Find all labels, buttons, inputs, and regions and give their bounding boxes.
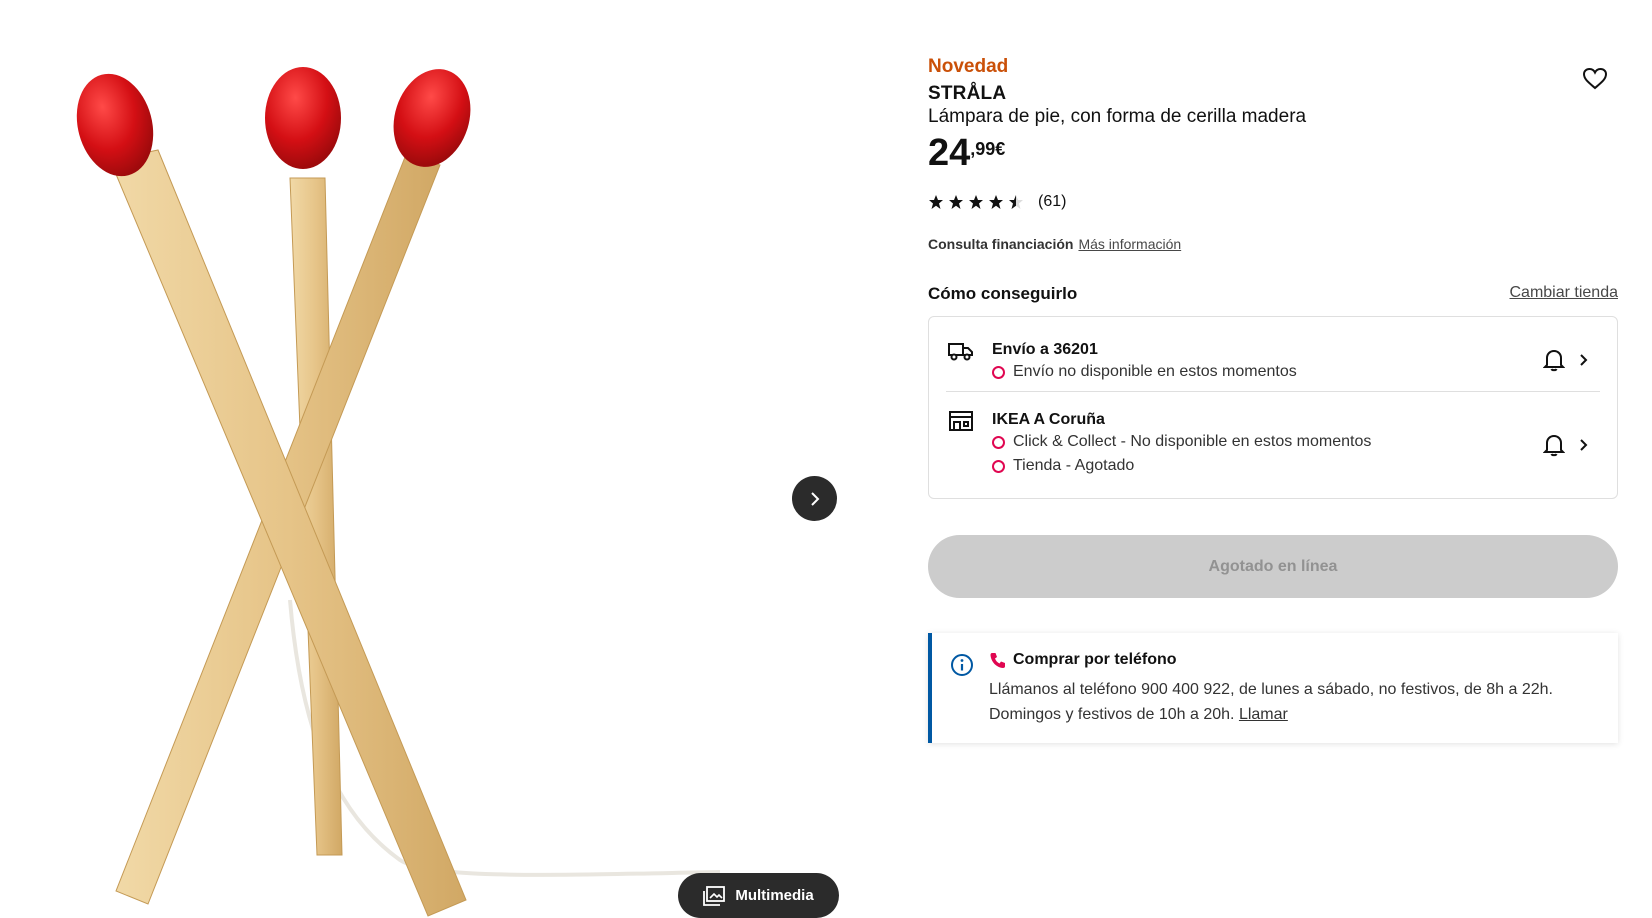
bell-icon[interactable] — [1543, 433, 1565, 457]
store-actions[interactable] — [1543, 433, 1591, 457]
price-integer: 24 — [928, 132, 971, 174]
info-icon — [951, 654, 973, 676]
gallery-icon — [703, 885, 726, 906]
delivery-status: Envío no disponible en estos momentos — [992, 363, 1297, 381]
phone-icon — [990, 653, 1005, 668]
chevron-right-icon[interactable] — [1577, 437, 1591, 453]
phone-purchase-title: Comprar por teléfono — [1013, 651, 1177, 668]
store-icon — [949, 411, 973, 431]
store-title: IKEA A Coruña — [992, 411, 1105, 428]
product-image — [76, 67, 721, 917]
price-decimal: ,99€ — [970, 139, 1006, 159]
star-full-icon — [969, 195, 983, 209]
product-name: STRÅLA — [928, 83, 1007, 104]
call-link[interactable]: Llamar — [1239, 706, 1288, 723]
phone-purchase-title-row: Comprar por teléfono — [989, 651, 1177, 669]
chevron-right-icon — [810, 491, 819, 506]
product-gallery: Multimedia — [0, 0, 850, 918]
unavailable-dot-icon — [992, 459, 1005, 473]
favorite-button[interactable] — [1582, 67, 1608, 91]
financing-more-info-link[interactable]: Más información — [1078, 236, 1181, 252]
store-stock-status: Tienda - Agotado — [992, 457, 1134, 475]
star-full-icon — [989, 195, 1003, 209]
sold-out-online-button[interactable]: Agotado en línea — [928, 535, 1618, 598]
heart-icon — [1582, 67, 1608, 90]
phone-purchase-box: Comprar por teléfono Llámanos al teléfon… — [928, 633, 1618, 743]
change-store-link[interactable]: Cambiar tienda — [1510, 284, 1619, 302]
unavailable-dot-icon — [992, 365, 1005, 379]
multimedia-button[interactable]: Multimedia — [678, 873, 839, 918]
financing-label: Consulta financiación — [928, 236, 1074, 252]
click-collect-status-text: Click & Collect - No disponible en estos… — [1013, 433, 1372, 450]
rating-count: (61) — [1038, 193, 1067, 210]
multimedia-label: Multimedia — [735, 887, 814, 904]
chevron-right-icon[interactable] — [1577, 352, 1591, 368]
star-full-icon — [949, 195, 963, 209]
rating[interactable]: (61) — [928, 193, 1066, 211]
delivery-title: Envío a 36201 — [992, 341, 1098, 358]
product-description: Lámpara de pie, con forma de cerilla mad… — [928, 106, 1307, 127]
star-half-icon — [1009, 195, 1023, 209]
product-price: 24 ,99€ — [928, 131, 1005, 175]
availability-box: Envío a 36201 Envío no disponible en est… — [928, 316, 1618, 499]
new-badge: Novedad — [928, 56, 1009, 77]
store-stock-status-text: Tienda - Agotado — [1013, 457, 1135, 474]
click-collect-status: Click & Collect - No disponible en estos… — [992, 433, 1371, 451]
availability-title: Cómo conseguirlo — [928, 284, 1078, 303]
phone-purchase-text: Llámanos al teléfono 900 400 922, de lun… — [989, 677, 1609, 727]
truck-icon — [948, 343, 973, 361]
financing: Consulta financiación Más información — [928, 236, 1181, 252]
bell-icon[interactable] — [1543, 348, 1565, 372]
availability-divider — [946, 391, 1600, 392]
star-full-icon — [929, 195, 943, 209]
delivery-status-text: Envío no disponible en estos momentos — [1013, 363, 1297, 380]
next-image-button[interactable] — [792, 476, 837, 521]
delivery-actions[interactable] — [1543, 348, 1591, 372]
unavailable-dot-icon — [992, 435, 1005, 449]
